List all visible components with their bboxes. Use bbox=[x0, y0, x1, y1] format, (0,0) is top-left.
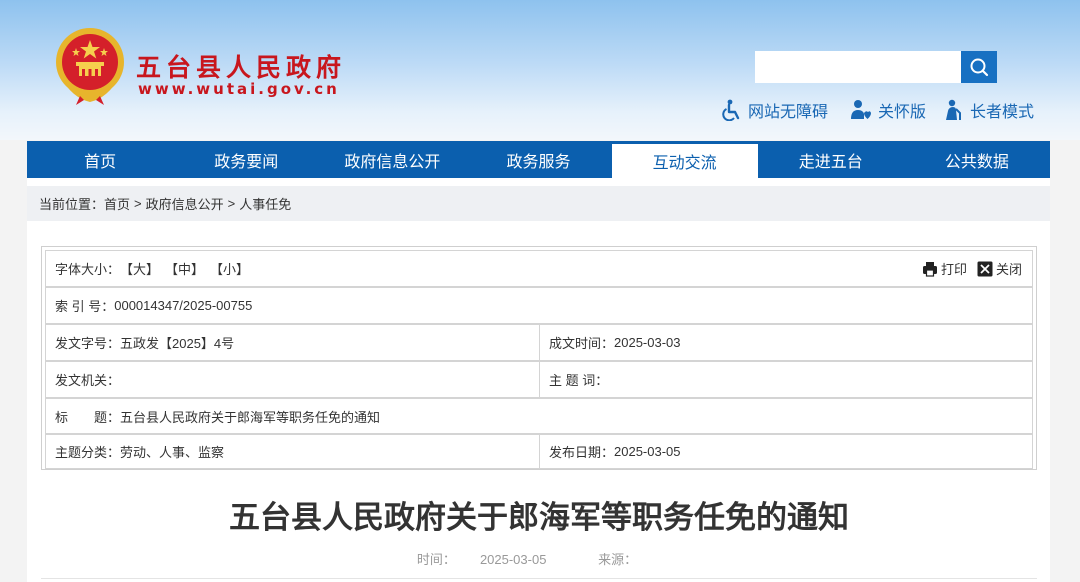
index-value: 000014347/2025-00755 bbox=[114, 298, 253, 313]
care-mode-link[interactable]: 关怀版 bbox=[850, 98, 926, 122]
category-cell: 主题分类： 劳动、人事、监察 bbox=[46, 435, 539, 468]
article-time-value: 2025-03-05 bbox=[479, 552, 547, 567]
elder-mode-icon bbox=[946, 99, 961, 120]
font-size-large[interactable]: 【大】 bbox=[120, 259, 159, 278]
doc-number-row: 发文字号： 五政发【2025】4号 成文时间： 2025-03-03 bbox=[45, 324, 1033, 361]
national-emblem-icon bbox=[56, 28, 124, 105]
printer-icon bbox=[922, 261, 937, 277]
article-source: 来源： bbox=[586, 552, 673, 567]
nav-government-news[interactable]: 政务要闻 bbox=[173, 141, 319, 178]
index-cell: 索 引 号： 000014347/2025-00755 bbox=[46, 288, 252, 323]
issuer-cell: 发文机关： bbox=[46, 362, 539, 397]
article-time-label: 时间： bbox=[416, 552, 456, 567]
site-url[interactable]: www.wutai.gov.cn bbox=[138, 80, 340, 98]
elder-mode-label: 长者模式 bbox=[970, 104, 1035, 121]
created-date-value: 2025-03-03 bbox=[614, 335, 681, 350]
accessibility-tools: 网站无障碍 关怀版 长者模式 bbox=[720, 98, 1050, 122]
font-size-label: 字体大小： bbox=[55, 262, 121, 277]
doc-number-label: 发文字号： bbox=[55, 336, 121, 351]
title-value: 五台县人民政府关于郎海军等职务任免的通知 bbox=[120, 409, 381, 425]
doc-number-value: 五政发【2025】4号 bbox=[120, 336, 235, 351]
breadcrumb-home[interactable]: 首页 bbox=[104, 194, 130, 213]
created-date-label: 成文时间： bbox=[549, 336, 615, 351]
print-close-controls: 打印 关闭 bbox=[912, 251, 1022, 286]
font-size-row: 字体大小： 【大】 【中】 【小】 打印 关闭 bbox=[45, 250, 1033, 287]
title-cell: 标 题： 五台县人民政府关于郎海军等职务任免的通知 bbox=[46, 399, 380, 433]
breadcrumb: 当前位置： 首页 > 政府信息公开 > 人事任免 bbox=[27, 186, 1050, 221]
close-button[interactable]: 关闭 bbox=[977, 259, 1022, 278]
print-label: 打印 bbox=[940, 262, 967, 277]
care-mode-label: 关怀版 bbox=[878, 104, 927, 121]
article-divider bbox=[41, 578, 1037, 579]
published-date-value: 2025-03-05 bbox=[614, 444, 681, 459]
nav-about-wutai[interactable]: 走进五台 bbox=[758, 141, 904, 178]
document-info-table: 字体大小： 【大】 【中】 【小】 打印 关闭 索 引 号： 000014347… bbox=[41, 246, 1037, 470]
care-mode-icon bbox=[851, 100, 871, 119]
main-nav: 首页 政务要闻 政府信息公开 政务服务 互动交流 走进五台 公共数据 bbox=[27, 141, 1050, 178]
nav-interaction[interactable]: 互动交流 bbox=[611, 141, 758, 178]
breadcrumb-separator: > bbox=[134, 196, 142, 211]
close-label: 关闭 bbox=[995, 262, 1022, 277]
keywords-cell: 主 题 词： bbox=[539, 362, 1032, 397]
nav-home[interactable]: 首页 bbox=[27, 141, 173, 178]
article-title: 五台县人民政府关于郎海军等职务任免的通知 bbox=[229, 500, 849, 536]
nav-public-data[interactable]: 公共数据 bbox=[904, 141, 1050, 178]
accessibility-icon bbox=[722, 99, 740, 121]
print-button[interactable]: 打印 bbox=[922, 259, 967, 278]
search-icon bbox=[970, 58, 989, 77]
search-button[interactable] bbox=[961, 51, 997, 83]
published-date-label: 发布日期： bbox=[549, 445, 615, 460]
breadcrumb-personnel[interactable]: 人事任免 bbox=[239, 194, 291, 213]
index-label: 索 引 号： bbox=[55, 299, 115, 314]
site-title[interactable]: 五台县人民政府 bbox=[136, 48, 346, 84]
category-value: 劳动、人事、监察 bbox=[120, 445, 225, 460]
category-label: 主题分类： bbox=[55, 445, 121, 460]
elder-mode-link[interactable]: 长者模式 bbox=[942, 98, 1034, 122]
issuer-row: 发文机关： 主 题 词： bbox=[45, 361, 1033, 398]
font-size-controls: 字体大小： 【大】 【中】 【小】 bbox=[46, 251, 255, 286]
accessibility-label: 网站无障碍 bbox=[748, 104, 829, 121]
created-date-cell: 成文时间： 2025-03-03 bbox=[539, 325, 1032, 360]
breadcrumb-prefix: 当前位置： bbox=[39, 197, 105, 212]
breadcrumb-separator: > bbox=[227, 196, 236, 211]
nav-info-disclosure[interactable]: 政府信息公开 bbox=[319, 141, 465, 178]
title-row: 标 题： 五台县人民政府关于郎海军等职务任免的通知 bbox=[45, 398, 1033, 434]
issuer-label: 发文机关： bbox=[55, 373, 121, 388]
breadcrumb-info-disclosure[interactable]: 政府信息公开 bbox=[146, 194, 224, 213]
title-label: 标 题： bbox=[55, 409, 121, 425]
category-row: 主题分类： 劳动、人事、监察 发布日期： 2025-03-05 bbox=[45, 434, 1033, 469]
nav-government-services[interactable]: 政务服务 bbox=[465, 141, 611, 178]
published-date-cell: 发布日期： 2025-03-05 bbox=[539, 435, 1032, 468]
keywords-label: 主 题 词： bbox=[549, 373, 609, 388]
article-meta: 时间： 2025-03-05 来源： bbox=[41, 549, 1037, 568]
doc-number-cell: 发文字号： 五政发【2025】4号 bbox=[46, 325, 539, 360]
font-size-medium[interactable]: 【中】 bbox=[165, 259, 204, 278]
search-input[interactable] bbox=[755, 51, 961, 83]
close-icon bbox=[977, 261, 993, 276]
article-source-label: 来源： bbox=[598, 552, 638, 567]
site-header: 五台县人民政府 www.wutai.gov.cn 网站无障碍 关怀版 长者模式 bbox=[0, 0, 1080, 140]
font-size-small[interactable]: 【小】 bbox=[210, 259, 249, 278]
accessibility-link[interactable]: 网站无障碍 bbox=[722, 98, 828, 122]
article-time: 时间： 2025-03-05 bbox=[405, 552, 562, 567]
index-row: 索 引 号： 000014347/2025-00755 bbox=[45, 287, 1033, 324]
